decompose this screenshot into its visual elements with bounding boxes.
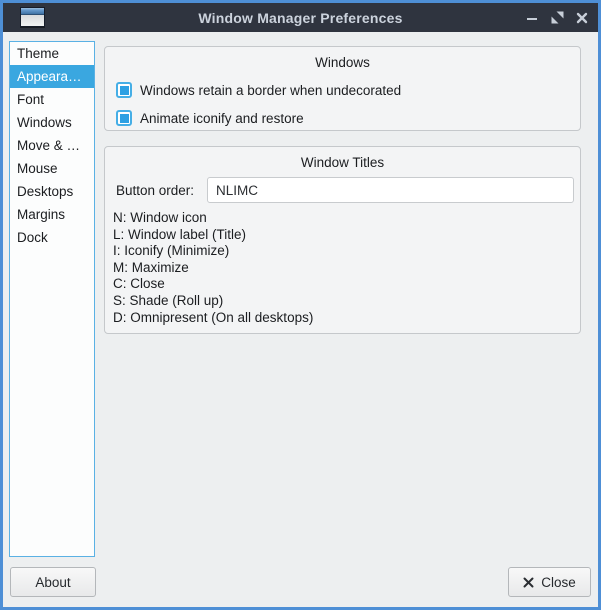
about-button-label: About: [35, 575, 70, 590]
windows-group-title: Windows: [105, 55, 580, 70]
legend-line-c: C: Close: [113, 276, 574, 293]
checkbox-label: Animate iconify and restore: [140, 111, 304, 126]
close-icon: [576, 12, 588, 24]
legend-line-l: L: Window label (Title): [113, 227, 574, 244]
maximize-button[interactable]: [549, 10, 565, 26]
checkbox-label: Windows retain a border when undecorated: [140, 83, 401, 98]
maximize-icon: [551, 11, 564, 24]
sidebar-item-windows[interactable]: Windows: [10, 111, 94, 134]
legend-line-m: M: Maximize: [113, 260, 574, 277]
legend-line-s: S: Shade (Roll up): [113, 293, 574, 310]
close-x-icon: [523, 577, 534, 588]
sidebar-item-mouse[interactable]: Mouse: [10, 157, 94, 180]
sidebar-item-desktops[interactable]: Desktops: [10, 180, 94, 203]
sidebar-item-theme[interactable]: Theme: [10, 42, 94, 65]
button-order-row: Button order:: [116, 177, 574, 203]
windows-group-frame: Windows Windows retain a border when und…: [104, 46, 581, 131]
titlebar[interactable]: Window Manager Preferences: [3, 3, 598, 32]
minimize-icon: [526, 12, 538, 24]
window-manager-preferences-dialog: Window Manager Preferences: [0, 0, 601, 610]
sidebar-item-font[interactable]: Font: [10, 88, 94, 111]
sidebar-item-appearance[interactable]: Appeara…: [10, 65, 94, 88]
category-list: Theme Appeara… Font Windows Move & … Mou…: [9, 41, 95, 557]
close-dialog-button[interactable]: Close: [508, 567, 591, 597]
sidebar-item-dock[interactable]: Dock: [10, 226, 94, 249]
window-titles-group-frame: Window Titles Button order: N: Window ic…: [104, 146, 581, 334]
legend-line-d: D: Omnipresent (On all desktops): [113, 310, 574, 327]
checkbox-checked-mark: [120, 114, 129, 123]
sidebar-item-margins[interactable]: Margins: [10, 203, 94, 226]
minimize-button[interactable]: [524, 10, 540, 26]
legend-line-i: I: Iconify (Minimize): [113, 243, 574, 260]
dialog-content: Theme Appeara… Font Windows Move & … Mou…: [3, 32, 598, 607]
checkbox-retain-border[interactable]: [116, 82, 132, 98]
button-order-input[interactable]: [207, 177, 574, 203]
checkbox-animate-iconify[interactable]: [116, 110, 132, 126]
about-button[interactable]: About: [10, 567, 96, 597]
button-order-label: Button order:: [116, 183, 194, 198]
close-button[interactable]: [574, 10, 590, 26]
button-order-legend: N: Window icon L: Window label (Title) I…: [113, 210, 574, 326]
window-title: Window Manager Preferences: [3, 3, 598, 32]
window-controls: [524, 3, 590, 32]
checkbox-row-animate-iconify[interactable]: Animate iconify and restore: [116, 108, 304, 128]
checkbox-row-retain-border[interactable]: Windows retain a border when undecorated: [116, 80, 401, 100]
window-titles-group-title: Window Titles: [105, 155, 580, 170]
checkbox-checked-mark: [120, 86, 129, 95]
close-button-label: Close: [541, 575, 576, 590]
sidebar-item-move-resize[interactable]: Move & …: [10, 134, 94, 157]
legend-line-n: N: Window icon: [113, 210, 574, 227]
